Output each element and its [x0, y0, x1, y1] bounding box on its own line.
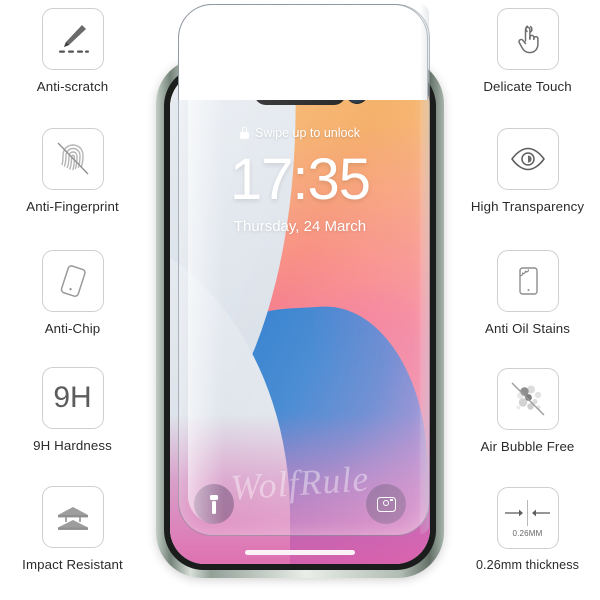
thickness-caliper-icon: 0.26MM [496, 487, 559, 549]
lockscreen-date: Thursday, 24 March [233, 218, 367, 235]
feature-label: Anti-Fingerprint [26, 199, 119, 214]
feature-label: High Transparency [470, 199, 585, 214]
eye-icon [496, 128, 559, 190]
feature-thickness: 0.26MM 0.26mm thickness [455, 487, 600, 572]
home-indicator[interactable] [245, 550, 355, 555]
phone-with-screen-protector: Swipe up to unlock 17:35 Thursday, 24 Ma… [150, 4, 450, 600]
flashlight-button[interactable] [194, 484, 234, 524]
feature-delicate-touch: Delicate Touch [455, 8, 600, 94]
feature-anti-fingerprint: Anti-Fingerprint [0, 128, 145, 214]
feature-impact-resistant: Impact Resistant [0, 486, 145, 572]
arrow-right-icon [505, 509, 523, 517]
9h-icon-text: 9H [53, 381, 92, 414]
feature-label: Air Bubble Free [480, 439, 575, 454]
product-feature-infographic: Anti-scratch Anti-Fingerprint Anti-Chip … [0, 0, 600, 600]
impact-layers-icon [41, 486, 104, 548]
thickness-divider [527, 500, 528, 526]
camera-button[interactable] [366, 484, 406, 524]
feature-label: Anti-Chip [44, 321, 101, 336]
feature-air-bubble-free: Air Bubble Free [455, 368, 600, 454]
left-feature-column: Anti-scratch Anti-Fingerprint Anti-Chip … [0, 0, 145, 600]
flashlight-icon [210, 494, 218, 514]
feature-label: Impact Resistant [22, 557, 123, 572]
feature-label: Anti Oil Stains [484, 321, 570, 336]
knife-scratch-icon [41, 8, 104, 70]
feature-label: Delicate Touch [483, 79, 572, 94]
feature-9h-hardness: 9H 9H Hardness [0, 367, 145, 453]
feature-label: Anti-scratch [36, 79, 109, 94]
phone-oil-splash-icon [496, 250, 559, 312]
feature-anti-oil-stains: Anti Oil Stains [455, 250, 600, 336]
feature-label: 0.26mm thickness [475, 558, 580, 572]
camera-icon [376, 496, 396, 512]
hand-tap-icon [496, 8, 559, 70]
lockscreen-time: 17:35 [229, 147, 371, 212]
feature-anti-scratch: Anti-scratch [0, 8, 145, 94]
bubbles-crossed-icon [496, 368, 559, 430]
right-feature-column: Delicate Touch High Transparency Anti Oi… [455, 0, 600, 600]
glass-protector-outline [178, 4, 428, 100]
swipe-to-unlock-row[interactable]: Swipe up to unlock [170, 126, 430, 140]
swipe-hint-text: Swipe up to unlock [255, 126, 360, 140]
lock-icon [240, 127, 250, 139]
fingerprint-crossed-icon [41, 128, 104, 190]
9h-hardness-icon: 9H [41, 367, 104, 429]
feature-high-transparency: High Transparency [455, 128, 600, 214]
feature-anti-chip: Anti-Chip [0, 250, 145, 336]
feature-label: 9H Hardness [33, 438, 112, 453]
arrow-left-icon [532, 509, 550, 517]
phone-tilted-icon [41, 250, 104, 312]
thickness-icon-text: 0.26MM [512, 529, 543, 538]
phone-screen: Swipe up to unlock 17:35 Thursday, 24 Ma… [170, 72, 430, 564]
